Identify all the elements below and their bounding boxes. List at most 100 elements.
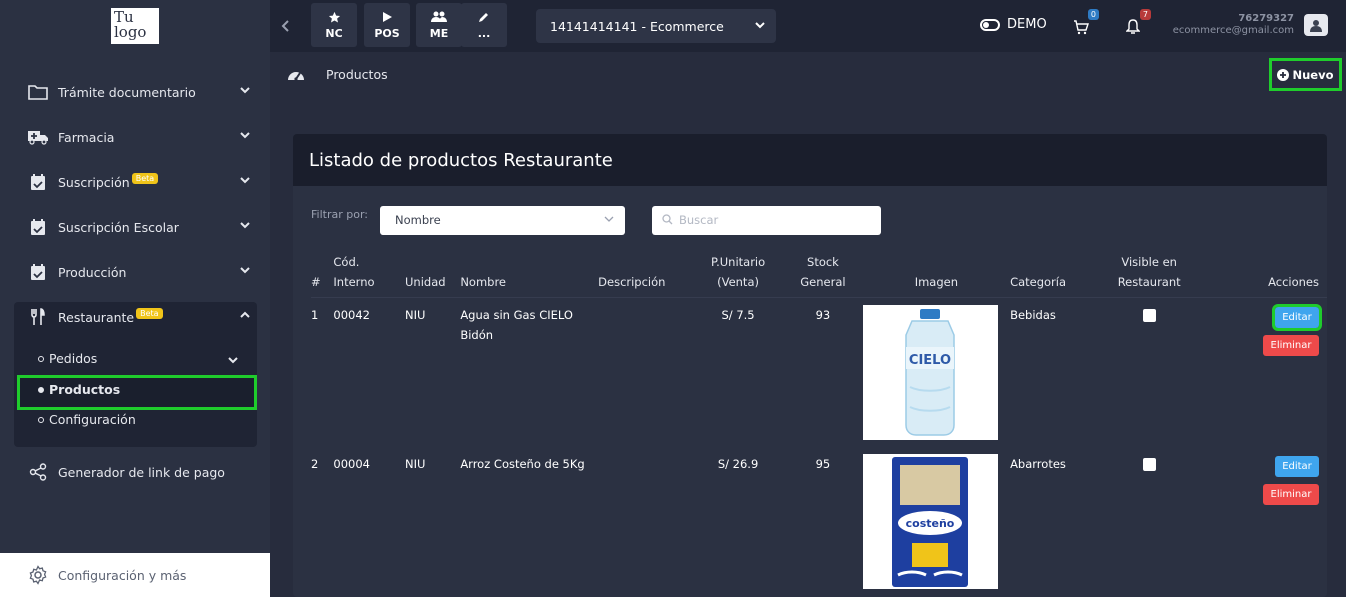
nc-button-label: NC <box>325 27 343 40</box>
cell-actions: Editar Eliminar <box>1209 297 1327 447</box>
col-unit: Unidad <box>405 274 446 289</box>
chevron-down-icon <box>754 19 766 34</box>
breadcrumb: Productos <box>286 66 388 82</box>
col-stock-line2: General <box>800 274 846 289</box>
cell-image: costeño <box>862 447 1010 597</box>
chevron-down-icon <box>240 128 250 143</box>
search-icon <box>662 214 673 225</box>
pos-button-label: POS <box>374 27 400 40</box>
water-bottle-image: CIELO <box>905 309 955 436</box>
gear-icon <box>28 565 48 585</box>
chevron-up-icon <box>240 308 250 323</box>
calendar-check-icon <box>27 262 49 282</box>
sidebar-item-restaurante[interactable]: Restaurante Beta <box>27 305 252 329</box>
col-code: Cód. Interno <box>333 247 405 297</box>
table-row: 2 00004 NIU Arroz Costeño de 5Kg S/ 26.9… <box>311 447 1327 597</box>
nc-button[interactable]: NC <box>311 3 357 47</box>
breadcrumb-current: Productos <box>326 66 388 82</box>
new-product-button[interactable]: Nuevo <box>1269 58 1342 91</box>
sidebar-item-label: Suscripción Escolar <box>58 219 179 235</box>
cell-desc <box>598 297 693 447</box>
sidebar-item-produccion[interactable]: Producción <box>27 260 252 284</box>
me-button[interactable]: ME <box>416 3 462 47</box>
sidebar-item-label: Suscripción <box>58 174 130 190</box>
sidebar-subitem-label: Pedidos <box>49 351 98 366</box>
cell-unit: NIU <box>405 457 426 471</box>
collapse-sidebar-button[interactable] <box>280 14 298 38</box>
chevron-down-icon <box>240 83 250 98</box>
cart-icon <box>1074 19 1089 34</box>
product-image[interactable]: costeño <box>862 454 998 589</box>
circle-filled-icon <box>38 386 44 393</box>
topbar: NC POS ME ... 14141414141 - Ecommerce DE… <box>270 0 1346 52</box>
sidebar-item-label: Trámite documentario <box>58 84 196 100</box>
edit-button[interactable]: Editar <box>1272 303 1322 331</box>
products-card: Listado de productos Restaurante Filtrar… <box>293 134 1327 597</box>
avatar[interactable] <box>1304 14 1328 36</box>
sidebar-item-label: Farmacia <box>58 129 115 145</box>
delete-button[interactable]: Eliminar <box>1263 334 1319 356</box>
company-select[interactable]: 14141414141 - Ecommerce <box>536 9 776 43</box>
more-button-label: ... <box>477 27 491 40</box>
cell-visible <box>1089 297 1209 447</box>
more-button[interactable]: ... <box>461 3 507 47</box>
sidebar-item-link-pago[interactable]: Generador de link de pago <box>27 460 252 484</box>
cell-unit: NIU <box>405 307 426 322</box>
sidebar-settings[interactable]: Configuración y más <box>0 553 270 597</box>
folder-icon <box>27 82 49 102</box>
me-button-label: ME <box>429 27 449 40</box>
sidebar-item-label: Restaurante <box>58 309 135 325</box>
cell-code: 00042 <box>333 307 370 322</box>
bell-icon <box>1126 19 1140 34</box>
chevron-down-icon <box>240 173 250 188</box>
sidebar: Tu logo Trámite documentario Farmacia Su… <box>0 0 270 597</box>
col-price-line1: P.Unitario <box>710 254 766 269</box>
star-icon <box>328 10 341 24</box>
edit-button[interactable]: Editar <box>1275 456 1319 477</box>
sidebar-subitem-configuracion[interactable]: Configuración <box>38 412 136 427</box>
chevron-down-icon <box>240 263 250 278</box>
sidebar-item-tramite[interactable]: Trámite documentario <box>27 80 252 104</box>
sidebar-subitem-productos[interactable]: Productos <box>38 382 120 397</box>
user-id: 76279327 <box>1238 13 1294 24</box>
cell-category: Abarrotes <box>1010 457 1066 471</box>
utensils-icon <box>27 307 49 327</box>
ambulance-icon <box>27 127 49 147</box>
table-row: 1 00042 NIU Agua sin Gas CIELO Bidón S/ … <box>311 297 1327 447</box>
col-code-line1: Cód. <box>333 254 360 269</box>
sidebar-item-farmacia[interactable]: Farmacia <box>27 125 252 149</box>
delete-button[interactable]: Eliminar <box>1263 484 1319 505</box>
share-icon <box>27 462 49 482</box>
calendar-check-icon <box>27 172 49 192</box>
col-visible-line2: Restaurant <box>1117 274 1181 289</box>
sidebar-item-suscripcion[interactable]: Suscripción Beta <box>27 170 252 194</box>
user-info[interactable]: 76279327 ecommerce@gmail.com <box>1173 13 1294 37</box>
col-name: Nombre <box>460 274 507 289</box>
users-icon <box>431 10 447 24</box>
filter-select[interactable]: Nombre <box>380 206 625 235</box>
pos-button[interactable]: POS <box>364 3 410 47</box>
sidebar-item-label: Producción <box>58 264 127 280</box>
user-email: ecommerce@gmail.com <box>1172 25 1294 36</box>
chevron-down-icon <box>603 213 615 228</box>
col-visible: Visible en Restaurant <box>1089 247 1209 297</box>
visible-checkbox[interactable] <box>1142 308 1156 322</box>
card-title: Listado de productos Restaurante <box>293 134 1327 186</box>
sidebar-item-suscripcion-escolar[interactable]: Suscripción Escolar <box>27 215 252 239</box>
sidebar-subitem-pedidos[interactable]: Pedidos <box>38 351 238 366</box>
logo[interactable]: Tu logo <box>111 8 159 44</box>
col-stock-line1: Stock <box>807 254 839 269</box>
notif-count-badge: 7 <box>1139 9 1151 20</box>
cell-name: Agua sin Gas CIELO Bidón <box>460 307 573 342</box>
play-icon <box>382 10 393 24</box>
dashboard-icon[interactable] <box>286 66 306 82</box>
col-price-line2: (Venta) <box>717 274 759 289</box>
search-input[interactable]: Buscar <box>652 206 881 235</box>
notifications-button[interactable]: 7 <box>1123 9 1151 37</box>
cart-button[interactable]: 0 <box>1071 9 1099 37</box>
cell-name: Arroz Costeño de 5Kg <box>460 457 585 471</box>
visible-checkbox[interactable] <box>1142 458 1156 471</box>
filter-label: Filtrar por: <box>311 208 368 221</box>
demo-toggle[interactable]: DEMO <box>980 17 1047 32</box>
product-image[interactable]: CIELO <box>862 304 998 440</box>
